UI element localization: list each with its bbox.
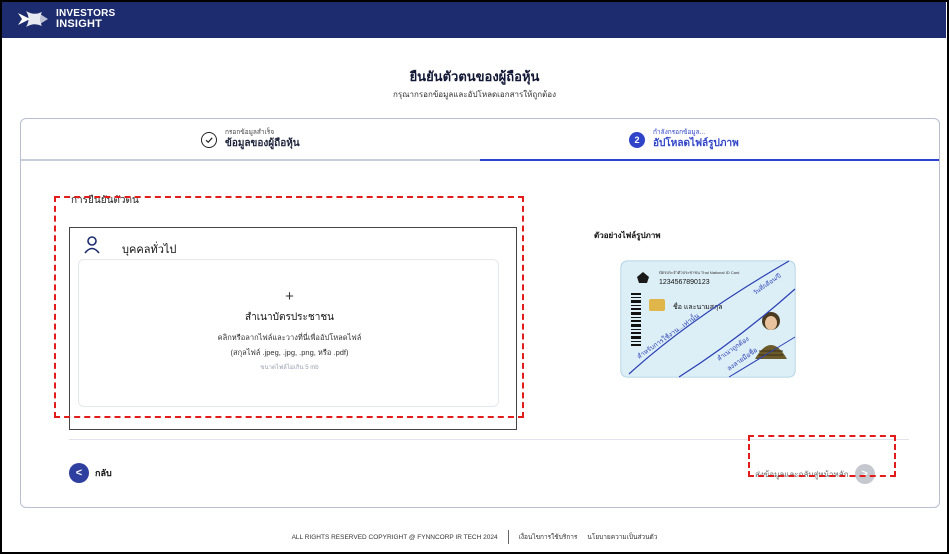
file-dropzone[interactable]: + สำเนาบัตรประชาชน คลิกหรือลากไฟล์และวาง… (78, 259, 499, 407)
submit-and-return-button[interactable]: ส่งข้อมูลและกลับสู่หน้าหลัก > (755, 464, 875, 484)
sample-id-number: 1234567890123 (659, 279, 710, 286)
terms-link[interactable]: เงื่อนไขการใช้บริการ (519, 532, 578, 542)
sample-card-header: บัตรประจำตัวประชาชน Thai National ID Car… (659, 270, 739, 275)
step-1-underline (21, 159, 480, 161)
logo-wordmark: INVESTORS INSIGHT (56, 9, 115, 30)
copyright-text: ALL RIGHTS RESERVED COPYRIGHT @ FYNNCORP… (291, 533, 498, 541)
privacy-link[interactable]: นโยบายความเป็นส่วนตัว (587, 532, 657, 542)
logo-line-2: INSIGHT (56, 18, 103, 30)
section-label: การยืนยันตัวตน (71, 195, 139, 206)
sample-image-title: ตัวอย่างไฟล์รูปภาพ (594, 231, 661, 240)
sample-id-card-image: บัตรประจำตัวประชาชน Thai National ID Car… (620, 260, 796, 378)
back-button-label: กลับ (95, 468, 112, 478)
page-subtitle: กรุณากรอกข้อมูลและอัปโหลดเอกสารให้ถูกต้อ… (392, 90, 557, 99)
page-footer: ALL RIGHTS RESERVED COPYRIGHT @ FYNNCORP… (0, 530, 949, 544)
dropzone-instruction: คลิกหรือลากไฟล์และวางที่นี่เพื่ออัปโหลดไ… (217, 333, 362, 342)
step-2-underline-active (480, 159, 939, 161)
upload-panel: บุคคลทั่วไป + สำเนาบัตรประชาชน คลิกหรือล… (69, 227, 517, 430)
step-1-status: กรอกข้อมูลสำเร็จ (225, 129, 275, 136)
submit-button-label: ส่งข้อมูลและกลับสู่หน้าหลัก (755, 469, 849, 479)
top-navbar: INVESTORS INSIGHT (2, 2, 946, 38)
chevron-left-icon: < (69, 463, 89, 483)
footer-divider (69, 439, 909, 440)
back-button[interactable]: < กลับ (69, 463, 112, 483)
investors-insight-logo-icon (18, 11, 48, 27)
dropzone-title: สำเนาบัตรประชาชน (245, 312, 334, 323)
step-upload-image[interactable]: 2 กำลังกรอกข้อมูล... อัปโหลดไฟล์รูปภาพ (629, 129, 739, 150)
brand-logo[interactable]: INVESTORS INSIGHT (16, 8, 115, 30)
step-2-status: กำลังกรอกข้อมูล... (653, 129, 706, 136)
step-shareholder-info[interactable]: กรอกข้อมูลสำเร็จ ข้อมูลของผู้ถือหุ้น (201, 129, 300, 150)
check-circle-icon (201, 131, 217, 148)
step-1-label: ข้อมูลของผู้ถือหุ้น (225, 138, 300, 149)
plus-icon: + (285, 288, 294, 305)
dropzone-formats: (สกุลไฟล์ .jpeg, .jpg, .png, หรือ .pdf) (230, 348, 349, 357)
step-2-label: อัปโหลดไฟล์รูปภาพ (653, 138, 739, 149)
step-2-text: กำลังกรอกข้อมูล... อัปโหลดไฟล์รูปภาพ (653, 129, 739, 150)
step-2-number-badge: 2 (629, 131, 645, 148)
person-icon (84, 236, 100, 254)
page-title: ยืนยันตัวตนของผู้ถือหุ้น (409, 69, 540, 84)
footer-separator (507, 530, 509, 544)
chevron-right-icon: > (854, 464, 875, 484)
step-1-text: กรอกข้อมูลสำเร็จ ข้อมูลของผู้ถือหุ้น (225, 129, 300, 150)
stepper: กรอกข้อมูลสำเร็จ ข้อมูลของผู้ถือหุ้น 2 ก… (21, 119, 939, 161)
verification-card: กรอกข้อมูลสำเร็จ ข้อมูลของผู้ถือหุ้น 2 ก… (20, 118, 940, 508)
dropzone-size-limit: ขนาดไฟล์ไม่เกิน 5 mb (260, 365, 319, 371)
person-type-label: บุคคลทั่วไป (122, 244, 177, 256)
